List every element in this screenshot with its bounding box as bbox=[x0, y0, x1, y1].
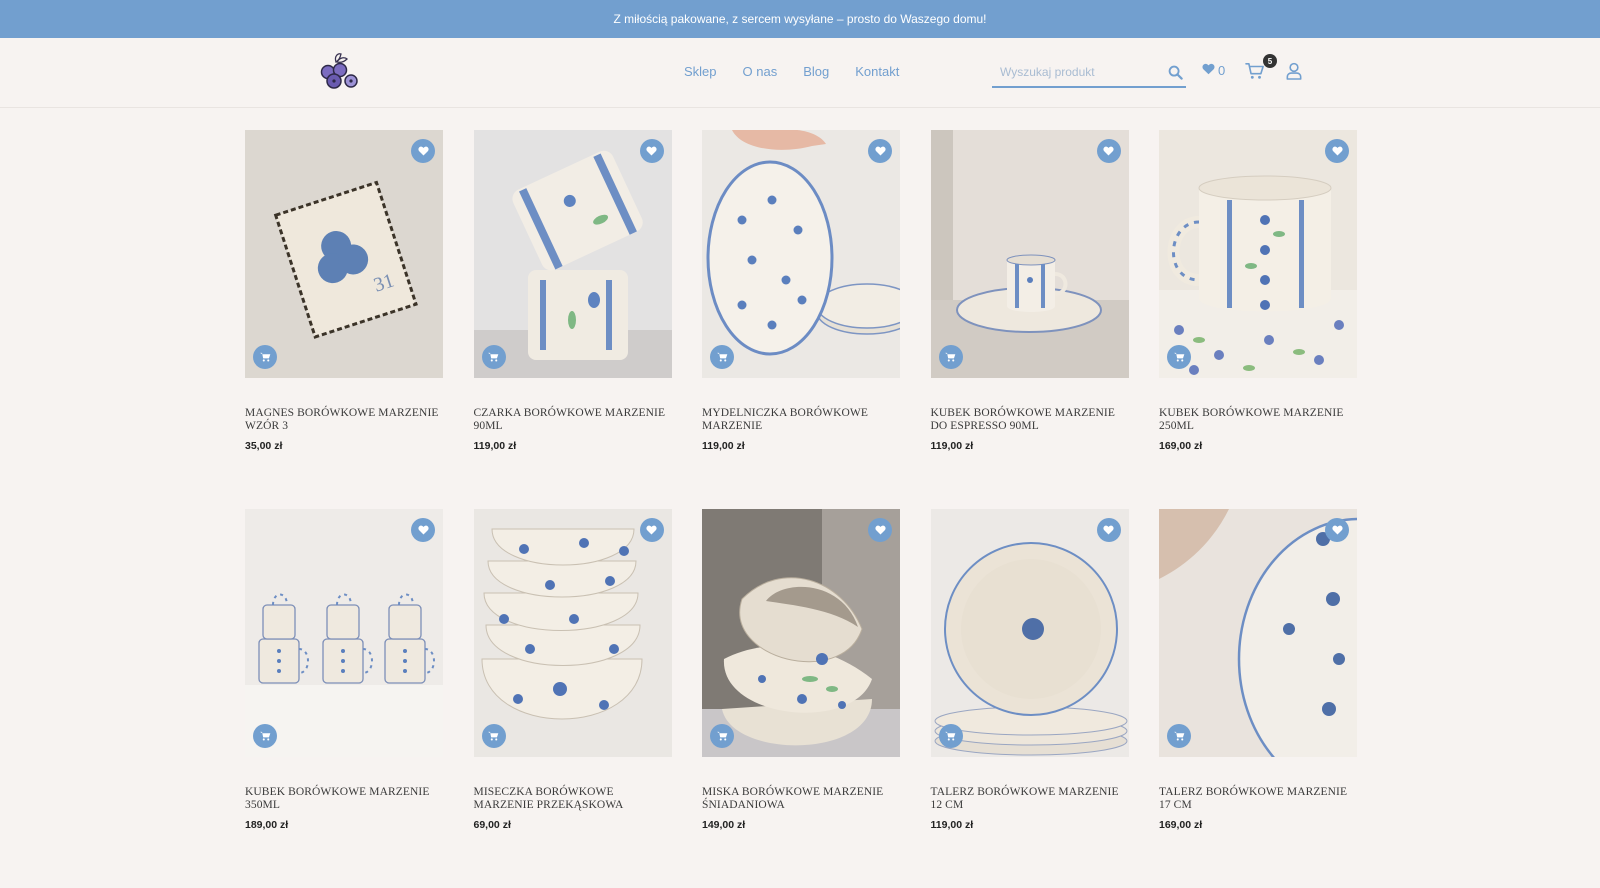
product-image[interactable]: 31 bbox=[245, 130, 443, 378]
wishlist-link[interactable]: 0 bbox=[1202, 63, 1225, 78]
product-grid: 31 MAGNES BORÓWKOWE MARZENIE WZÓR 3 35,0… bbox=[245, 130, 1357, 888]
product-price: 169,00 zł bbox=[1159, 440, 1203, 452]
site-header: Sklep O nas Blog Kontakt 0 5 bbox=[0, 38, 1600, 108]
nav-item-blog[interactable]: Blog bbox=[803, 64, 829, 79]
product-image[interactable] bbox=[473, 509, 672, 757]
product-image[interactable] bbox=[930, 509, 1129, 757]
product-image[interactable] bbox=[1159, 130, 1357, 378]
add-to-cart-button[interactable] bbox=[1167, 724, 1191, 748]
product-image[interactable] bbox=[473, 130, 672, 378]
nav-item-sklep[interactable]: Sklep bbox=[684, 64, 717, 79]
product-name[interactable]: CZARKA BORÓWKOWE MARZENIE 90ML bbox=[474, 407, 672, 433]
add-to-wishlist-button[interactable] bbox=[1096, 518, 1121, 542]
product-price: 119,00 zł bbox=[473, 440, 517, 452]
product-image[interactable] bbox=[930, 130, 1129, 378]
add-to-wishlist-button[interactable] bbox=[639, 518, 664, 542]
product-price: 119,00 zł bbox=[930, 440, 974, 452]
product-name[interactable]: KUBEK BORÓWKOWE MARZENIE DO ESPRESSO 90M… bbox=[931, 407, 1129, 433]
product-price: 169,00 zł bbox=[1159, 819, 1203, 831]
product-name[interactable]: MYDELNICZKA BORÓWKOWE MARZENIE bbox=[702, 407, 900, 433]
product-image[interactable] bbox=[1159, 509, 1357, 757]
add-to-cart-button[interactable] bbox=[710, 724, 734, 748]
account-icon[interactable] bbox=[1286, 62, 1306, 84]
product-card[interactable]: KUBEK BORÓWKOWE MARZENIE DO ESPRESSO 90M… bbox=[930, 130, 1129, 509]
add-to-wishlist-button[interactable] bbox=[411, 139, 435, 163]
add-to-cart-button[interactable] bbox=[481, 724, 506, 748]
nav-item-kontakt[interactable]: Kontakt bbox=[855, 64, 899, 79]
product-name[interactable]: KUBEK BORÓWKOWE MARZENIE 250ML bbox=[1159, 407, 1357, 433]
product-card[interactable]: TALERZ BORÓWKOWE MARZENIE 12 CM 119,00 z… bbox=[930, 509, 1129, 888]
product-price: 35,00 zł bbox=[245, 440, 283, 452]
product-card[interactable]: MYDELNICZKA BORÓWKOWE MARZENIE 119,00 zł bbox=[702, 130, 900, 509]
cart-link[interactable]: 5 bbox=[1245, 54, 1277, 84]
add-to-wishlist-button[interactable] bbox=[868, 518, 892, 542]
add-to-cart-button[interactable] bbox=[938, 724, 963, 748]
search-icon[interactable] bbox=[1164, 61, 1186, 83]
product-price: 119,00 zł bbox=[702, 440, 745, 452]
product-price: 119,00 zł bbox=[930, 819, 974, 831]
cart-count-badge: 5 bbox=[1263, 54, 1277, 68]
announcement-text: Z miłością pakowane, z sercem wysyłane –… bbox=[613, 12, 987, 26]
add-to-cart-button[interactable] bbox=[253, 345, 277, 369]
product-image[interactable] bbox=[702, 130, 900, 378]
product-name[interactable]: KUBEK BORÓWKOWE MARZENIE 350ML bbox=[245, 786, 443, 812]
add-to-cart-button[interactable] bbox=[710, 345, 734, 369]
product-card[interactable]: 31 MAGNES BORÓWKOWE MARZENIE WZÓR 3 35,0… bbox=[245, 130, 443, 509]
add-to-cart-button[interactable] bbox=[938, 345, 963, 369]
heart-icon bbox=[1202, 63, 1215, 78]
product-price: 69,00 zł bbox=[473, 819, 511, 831]
nav-item-o-nas[interactable]: O nas bbox=[743, 64, 778, 79]
product-name[interactable]: MAGNES BORÓWKOWE MARZENIE WZÓR 3 bbox=[245, 407, 443, 433]
search-box bbox=[992, 58, 1186, 88]
product-card[interactable]: MISECZKA BORÓWKOWE MARZENIE PRZEKĄSKOWA … bbox=[473, 509, 672, 888]
product-card[interactable]: KUBEK BORÓWKOWE MARZENIE 250ML 169,00 zł bbox=[1159, 130, 1357, 509]
product-card[interactable]: MISKA BORÓWKOWE MARZENIE ŚNIADANIOWA 149… bbox=[702, 509, 900, 888]
add-to-wishlist-button[interactable] bbox=[1325, 139, 1349, 163]
product-image[interactable] bbox=[702, 509, 900, 757]
add-to-cart-button[interactable] bbox=[253, 724, 277, 748]
product-price: 189,00 zł bbox=[245, 819, 289, 831]
announcement-bar: Z miłością pakowane, z sercem wysyłane –… bbox=[0, 0, 1600, 38]
product-name[interactable]: MISECZKA BORÓWKOWE MARZENIE PRZEKĄSKOWA bbox=[474, 786, 672, 812]
blueberry-logo[interactable] bbox=[314, 52, 362, 92]
add-to-wishlist-button[interactable] bbox=[639, 139, 664, 163]
product-name[interactable]: MISKA BORÓWKOWE MARZENIE ŚNIADANIOWA bbox=[702, 786, 900, 812]
product-card[interactable]: TALERZ BORÓWKOWE MARZENIE 17 CM 169,00 z… bbox=[1159, 509, 1357, 888]
product-price: 149,00 zł bbox=[702, 819, 746, 831]
add-to-cart-button[interactable] bbox=[1167, 345, 1191, 369]
add-to-cart-button[interactable] bbox=[481, 345, 506, 369]
product-name[interactable]: TALERZ BORÓWKOWE MARZENIE 17 CM bbox=[1159, 786, 1357, 812]
add-to-wishlist-button[interactable] bbox=[411, 518, 435, 542]
add-to-wishlist-button[interactable] bbox=[1325, 518, 1349, 542]
cart-icon bbox=[1245, 62, 1265, 84]
product-name[interactable]: TALERZ BORÓWKOWE MARZENIE 12 CM bbox=[931, 786, 1129, 812]
wishlist-count: 0 bbox=[1218, 63, 1226, 78]
product-card[interactable]: CZARKA BORÓWKOWE MARZENIE 90ML 119,00 zł bbox=[473, 130, 672, 509]
main-nav: Sklep O nas Blog Kontakt bbox=[684, 64, 899, 79]
product-image[interactable] bbox=[245, 509, 443, 757]
product-card[interactable]: KUBEK BORÓWKOWE MARZENIE 350ML 189,00 zł bbox=[245, 509, 443, 888]
add-to-wishlist-button[interactable] bbox=[1096, 139, 1121, 163]
add-to-wishlist-button[interactable] bbox=[868, 139, 892, 163]
search-input[interactable] bbox=[992, 65, 1164, 79]
